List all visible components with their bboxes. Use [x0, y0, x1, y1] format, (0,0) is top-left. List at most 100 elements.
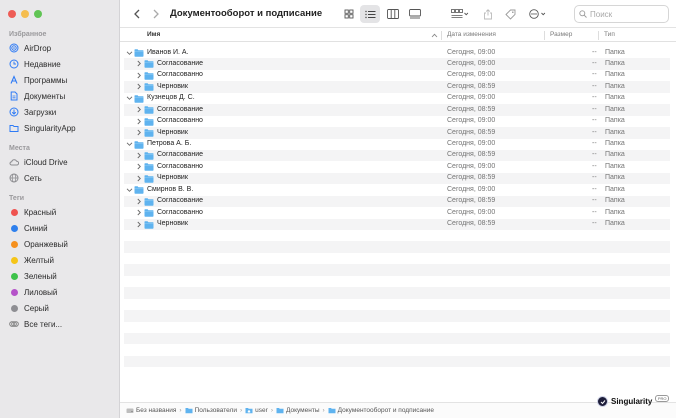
folder-row[interactable]: Согласование Сегодня, 08:59 -- Папка [124, 149, 670, 162]
row-date: Сегодня, 09:00 [447, 208, 496, 216]
row-name: Согласованно [157, 117, 203, 125]
folder-row-expanded[interactable]: Петрова А. Б. Сегодня, 09:00 -- Папка [124, 139, 670, 150]
chevron-right-icon[interactable] [135, 162, 143, 171]
list-icon [364, 10, 375, 18]
zoom-window-button[interactable] [34, 10, 42, 18]
icon-view-button[interactable] [340, 5, 358, 23]
minimize-window-button[interactable] [21, 10, 29, 18]
gallery-view-button[interactable] [406, 5, 424, 23]
sidebar-item-label: Серый [24, 303, 49, 313]
row-size: -- [592, 162, 597, 170]
sidebar-all-tags[interactable]: Все теги... [9, 317, 62, 331]
sidebar-tag-red[interactable]: Красный [9, 205, 56, 219]
orange-tag-dot-icon [10, 240, 18, 248]
column-header-kind[interactable]: Тип [604, 31, 615, 38]
search-field[interactable] [574, 5, 669, 23]
chevron-down-icon[interactable] [125, 48, 133, 57]
sidebar-tag-blue[interactable]: Синий [9, 221, 48, 235]
row-date: Сегодня, 08:59 [447, 220, 496, 228]
sidebar-item-documents[interactable]: Документы [9, 89, 65, 103]
row-date: Сегодня, 09:00 [447, 48, 496, 56]
column-header-date[interactable]: Дата изменения [447, 31, 496, 38]
favorites-section-title: Избранное [9, 31, 47, 38]
sort-chevron-icon [431, 33, 438, 38]
chevron-right-icon[interactable] [135, 197, 143, 206]
folder-icon [144, 197, 154, 206]
column-view-button[interactable] [384, 5, 402, 23]
sidebar-item-singularityapp[interactable]: SingularityApp [9, 121, 76, 135]
folder-row[interactable]: Черновик Сегодня, 08:59 -- Папка [124, 81, 670, 93]
folder-row[interactable]: Согласование Сегодня, 09:00 -- Папка [124, 58, 670, 70]
chevron-right-icon[interactable] [135, 117, 143, 126]
folder-icon [144, 106, 154, 114]
chevron-right-icon[interactable] [135, 208, 143, 217]
sidebar-tag-orange[interactable]: Оранжевый [9, 237, 68, 251]
chevron-right-icon[interactable] [135, 128, 143, 137]
breadcrumb-item[interactable]: Документы [276, 407, 320, 414]
column-divider[interactable] [544, 31, 545, 40]
folder-row-expanded[interactable]: Смирнов В. В. Сегодня, 09:00 -- Папка [124, 184, 670, 195]
folder-row[interactable]: Черновик Сегодня, 08:59 -- Папка [124, 218, 670, 230]
chevron-down-icon[interactable] [125, 94, 133, 103]
share-button[interactable] [480, 5, 496, 23]
folder-row[interactable]: Согласование Сегодня, 08:59 -- Папка [124, 195, 670, 208]
breadcrumb-item[interactable]: Пользователи [185, 407, 237, 414]
folder-row[interactable]: Согласованно Сегодня, 09:00 -- Папка [124, 207, 670, 218]
sidebar-item-downloads[interactable]: Загрузки [9, 105, 56, 119]
folder-row[interactable]: Черновик Сегодня, 08:59 -- Папка [124, 127, 670, 139]
search-input[interactable] [590, 9, 660, 19]
sidebar-item-label: Все теги... [24, 319, 63, 329]
sidebar-item-label: Зеленый [24, 271, 57, 281]
chevron-right-icon[interactable] [135, 105, 143, 114]
close-window-button[interactable] [8, 10, 16, 18]
folder-row[interactable]: Согласованно Сегодня, 09:00 -- Папка [124, 116, 670, 127]
folder-row[interactable]: Согласование Сегодня, 08:59 -- Папка [124, 104, 670, 116]
folder-icon [144, 129, 154, 137]
row-kind: Папка [605, 59, 625, 67]
sidebar-item-network[interactable]: Сеть [9, 171, 42, 185]
folder-row-expanded[interactable]: Кузнецов Д. С. Сегодня, 09:00 -- Папка [124, 93, 670, 104]
sidebar-item-airdrop[interactable]: AirDrop [9, 41, 51, 55]
sidebar-item-applications[interactable]: Программы [9, 73, 67, 87]
group-by-button[interactable] [448, 5, 472, 23]
column-header-size[interactable]: Размер [550, 31, 572, 38]
column-header-name[interactable]: Имя [147, 31, 160, 38]
tag-button[interactable] [502, 5, 518, 23]
row-kind: Папка [605, 48, 625, 56]
folder-row[interactable]: Черновик Сегодня, 08:59 -- Папка [124, 172, 670, 185]
chevron-right-icon[interactable] [135, 174, 143, 183]
sidebar-item-recents[interactable]: Недавние [9, 57, 61, 71]
column-divider[interactable] [598, 31, 599, 40]
chevron-right-icon[interactable] [135, 220, 143, 229]
folder-row[interactable]: Согласованно Сегодня, 09:00 -- Папка [124, 70, 670, 81]
breadcrumb-item[interactable]: user [245, 407, 268, 414]
sidebar-tag-green[interactable]: Зеленый [9, 269, 57, 283]
chevron-right-icon[interactable] [135, 59, 143, 68]
sidebar-item-icloud[interactable]: iCloud Drive [9, 155, 68, 169]
row-date: Сегодня, 08:59 [447, 128, 496, 136]
folder-row[interactable]: Согласованно Сегодня, 09:00 -- Папка [124, 161, 670, 172]
chevron-right-icon[interactable] [135, 151, 143, 160]
breadcrumb-item[interactable]: Без названия [126, 407, 176, 414]
breadcrumb-item[interactable]: Документооборот и подписание [328, 407, 434, 414]
sidebar-tag-yellow[interactable]: Желтый [9, 253, 54, 267]
list-view-button[interactable] [360, 5, 380, 23]
folder-row-expanded[interactable]: Иванов И. А. Сегодня, 09:00 -- Папка [124, 47, 670, 58]
chevron-down-icon[interactable] [125, 185, 133, 194]
breadcrumb-separator-icon: › [179, 407, 182, 414]
actions-button[interactable] [526, 5, 550, 23]
row-name: Согласованно [157, 71, 203, 79]
chevron-right-icon[interactable] [135, 71, 143, 80]
chevron-down-icon[interactable] [125, 140, 133, 149]
sidebar-tag-gray[interactable]: Серый [9, 301, 49, 315]
row-name: Черновик [157, 128, 188, 136]
path-bar: Без названия › Пользователи › user › Документы… [120, 402, 676, 418]
column-divider[interactable] [441, 31, 442, 40]
row-kind: Папка [605, 151, 625, 159]
sidebar-tag-purple[interactable]: Лиловый [9, 285, 57, 299]
forward-button[interactable] [149, 5, 163, 23]
row-kind: Папка [605, 174, 625, 182]
chevron-right-icon[interactable] [135, 82, 143, 91]
blue-tag-dot-icon [10, 224, 18, 232]
back-button[interactable] [130, 5, 144, 23]
